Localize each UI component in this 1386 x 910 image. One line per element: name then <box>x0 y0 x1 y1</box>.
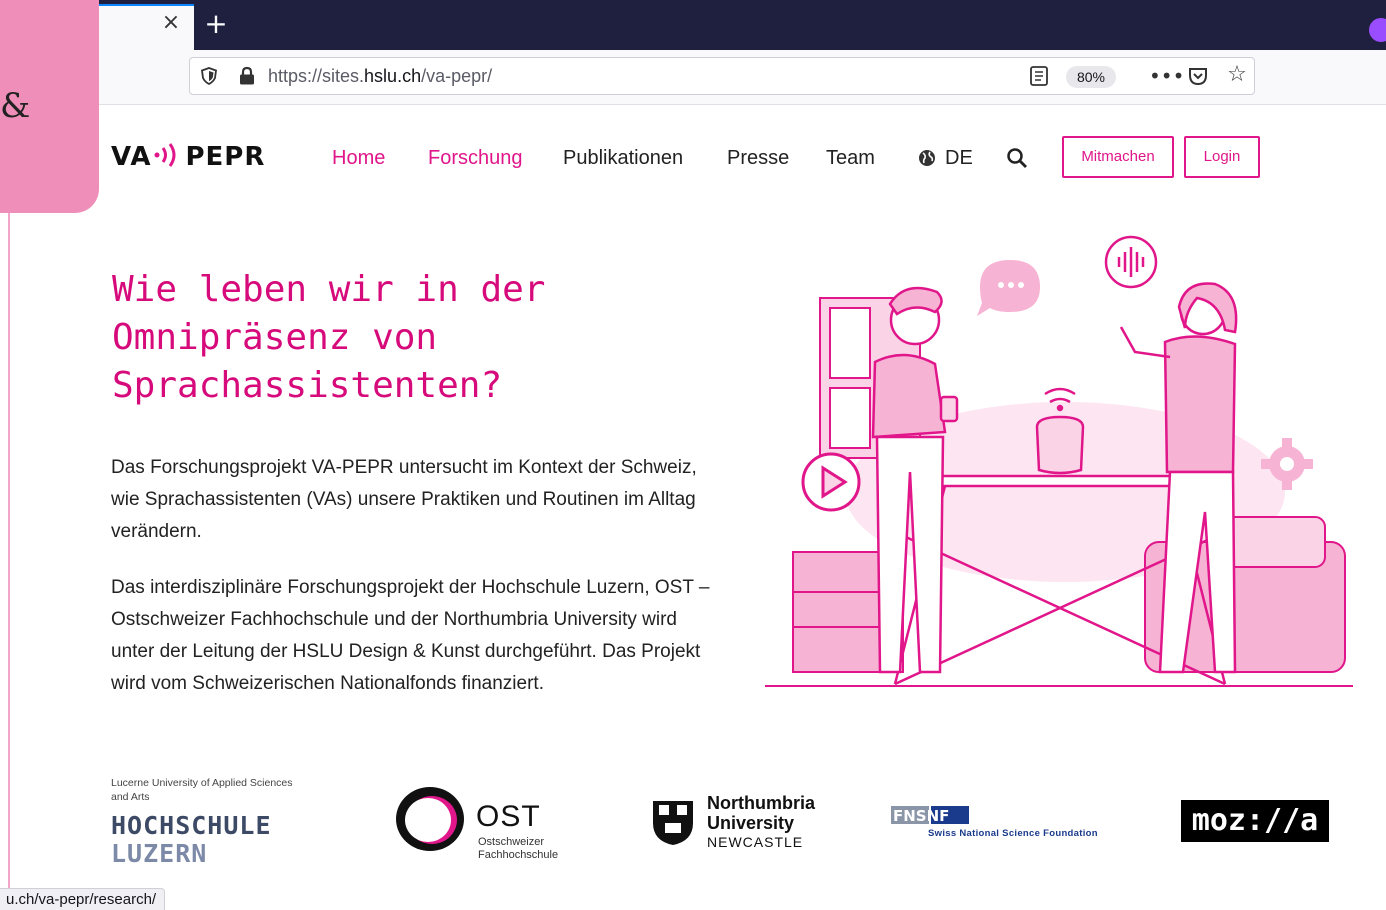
nav-language[interactable]: DE <box>945 145 973 171</box>
side-panel-glyph: & <box>0 86 31 126</box>
tracking-shield-icon[interactable] <box>199 66 219 86</box>
ost-ring-icon[interactable] <box>392 783 470 853</box>
site-logo[interactable]: VA PEPR <box>111 142 265 172</box>
mozilla-logo[interactable]: moz://a <box>1181 800 1329 842</box>
voice-icon <box>1104 235 1158 289</box>
northumbria-line1: Northumbria <box>707 793 815 813</box>
ost-subtitle-line2: Fachhochschule <box>478 849 559 861</box>
side-border-line <box>8 213 10 909</box>
new-tab-button[interactable]: + <box>203 10 229 38</box>
lock-icon[interactable] <box>238 66 256 86</box>
search-icon[interactable] <box>1006 147 1028 169</box>
northumbria-line2: University <box>707 813 795 833</box>
hero-paragraph-2: Das interdisziplinäre Forschungsprojekt … <box>111 577 710 694</box>
globe-icon[interactable] <box>918 149 936 167</box>
url-text[interactable]: https://sites.hslu.ch/va-pepr/ <box>268 65 492 87</box>
northumbria-crest-icon[interactable] <box>651 795 695 847</box>
zoom-level-badge[interactable]: 80% <box>1066 66 1116 88</box>
snf-logo-text: FNSNF <box>893 807 949 824</box>
hslu-logo[interactable]: HOCHSCHULE LUZERN <box>111 812 272 868</box>
reader-view-icon[interactable] <box>1029 65 1049 87</box>
logo-wave-icon <box>154 143 176 167</box>
ost-subtitle: Ostschweizer Fachhochschule <box>478 836 598 862</box>
nav-team[interactable]: Team <box>826 145 875 171</box>
nav-home[interactable]: Home <box>332 145 385 171</box>
close-tab-icon[interactable]: × <box>160 12 182 34</box>
play-icon <box>801 452 861 512</box>
chat-bubble-icon <box>977 260 1040 316</box>
ost-subtitle-line1: Ostschweizer <box>478 836 545 848</box>
extension-icon[interactable] <box>1369 18 1386 42</box>
hslu-logo-line1: HOCHSCHULE <box>111 811 272 840</box>
northumbria-city: NEWCASTLE <box>707 834 804 850</box>
snf-logo-mark[interactable]: FNSNF <box>891 806 969 824</box>
hero-paragraph-1: Das Forschungsprojekt VA-PEPR untersucht… <box>111 457 697 542</box>
pocket-icon[interactable] <box>1187 65 1209 87</box>
hslu-subtitle: Lucerne University of Applied Sciences a… <box>111 777 293 803</box>
hero-title: Wie leben wir in der Omnipräsenz von Spr… <box>112 269 546 406</box>
nav-forschung[interactable]: Forschung <box>428 145 523 171</box>
ost-logo-text[interactable]: OST <box>476 800 541 834</box>
bookmark-star-icon[interactable]: ☆ <box>1225 63 1249 87</box>
nav-publikationen[interactable]: Publikationen <box>563 145 683 171</box>
nav-presse[interactable]: Presse <box>727 145 789 171</box>
hslu-logo-line2: LUZERN <box>111 839 208 868</box>
login-button[interactable]: Login <box>1184 136 1260 178</box>
smart-speaker <box>1035 387 1085 475</box>
page-actions-icon[interactable]: ••• <box>1149 64 1184 88</box>
northumbria-logo-text[interactable]: Northumbria University <box>707 793 815 833</box>
mitmachen-button[interactable]: Mitmachen <box>1062 136 1174 178</box>
status-bar-url: u.ch/va-pepr/research/ <box>0 888 166 910</box>
hero-illustration <box>765 235 1353 687</box>
snf-subtitle: Swiss National Science Foundation <box>928 828 1098 839</box>
